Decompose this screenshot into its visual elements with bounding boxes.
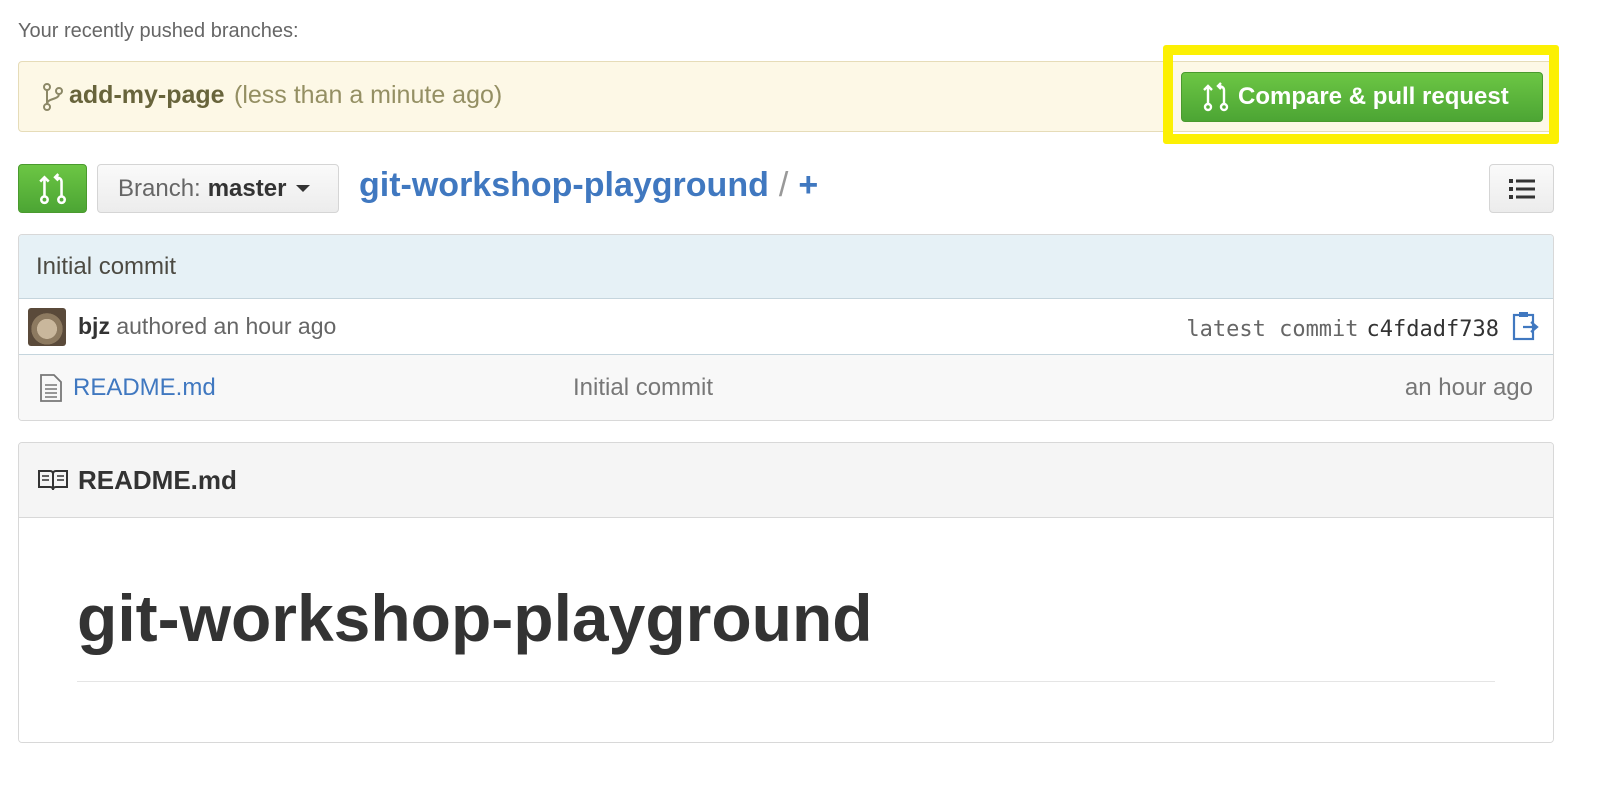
commit-meta: bjz authored an hour ago latest commit c4…: [19, 299, 1553, 355]
file-commit-message[interactable]: Initial commit: [573, 374, 713, 402]
list-icon: [1508, 178, 1535, 199]
file-age: an hour ago: [1404, 374, 1533, 401]
commit-authored-time: authored an hour ago: [116, 313, 337, 339]
file-name-link[interactable]: README.md: [73, 374, 216, 402]
readme-title: README.md: [78, 464, 237, 495]
branch-icon: [43, 83, 63, 111]
commit-message[interactable]: Initial commit: [19, 235, 1553, 299]
chevron-down-icon: [296, 185, 311, 192]
readme-body: git-workshop-playground: [19, 518, 1553, 742]
latest-commit: latest commit c4fdadf738: [1186, 317, 1499, 342]
branch-selector-value: master: [207, 174, 287, 202]
pull-request-icon: [38, 172, 66, 204]
readme-heading: git-workshop-playground: [77, 581, 873, 655]
readme-header: README.md: [19, 443, 1553, 518]
pull-request-icon: [1203, 82, 1229, 112]
divider: [77, 681, 1495, 682]
book-icon: [38, 470, 68, 491]
recent-branch-time: (less than a minute ago): [234, 81, 503, 109]
file-icon: [40, 374, 62, 402]
commit-author-line: bjz authored an hour ago: [78, 313, 336, 340]
recent-branch-name[interactable]: add-my-page: [69, 81, 225, 110]
table-row: README.md Initial commit an hour ago: [19, 355, 1553, 420]
branch-selector[interactable]: Branch: master: [97, 164, 339, 213]
file-browser: Initial commit bjz authored an hour ago …: [18, 234, 1554, 421]
recent-branches-label: Your recently pushed branches:: [18, 20, 299, 42]
pull-requests-button[interactable]: [18, 164, 87, 213]
add-file-link[interactable]: +: [798, 166, 818, 204]
readme-panel: README.md git-workshop-playground: [18, 442, 1554, 743]
breadcrumb: git-workshop-playground / +: [359, 166, 818, 205]
commit-sha[interactable]: c4fdadf738: [1367, 317, 1499, 342]
compare-button-label: Compare & pull request: [1238, 83, 1509, 110]
repo-name-link[interactable]: git-workshop-playground: [359, 166, 769, 204]
compare-pull-request-button[interactable]: Compare & pull request: [1181, 72, 1543, 122]
latest-commit-label: latest commit: [1186, 317, 1359, 342]
branch-selector-prefix: Branch:: [118, 174, 201, 202]
file-list-toggle-button[interactable]: [1489, 164, 1554, 213]
clipboard-icon[interactable]: [1511, 311, 1539, 341]
breadcrumb-separator: /: [778, 166, 789, 204]
avatar[interactable]: [28, 308, 66, 346]
commit-author[interactable]: bjz: [78, 313, 110, 339]
